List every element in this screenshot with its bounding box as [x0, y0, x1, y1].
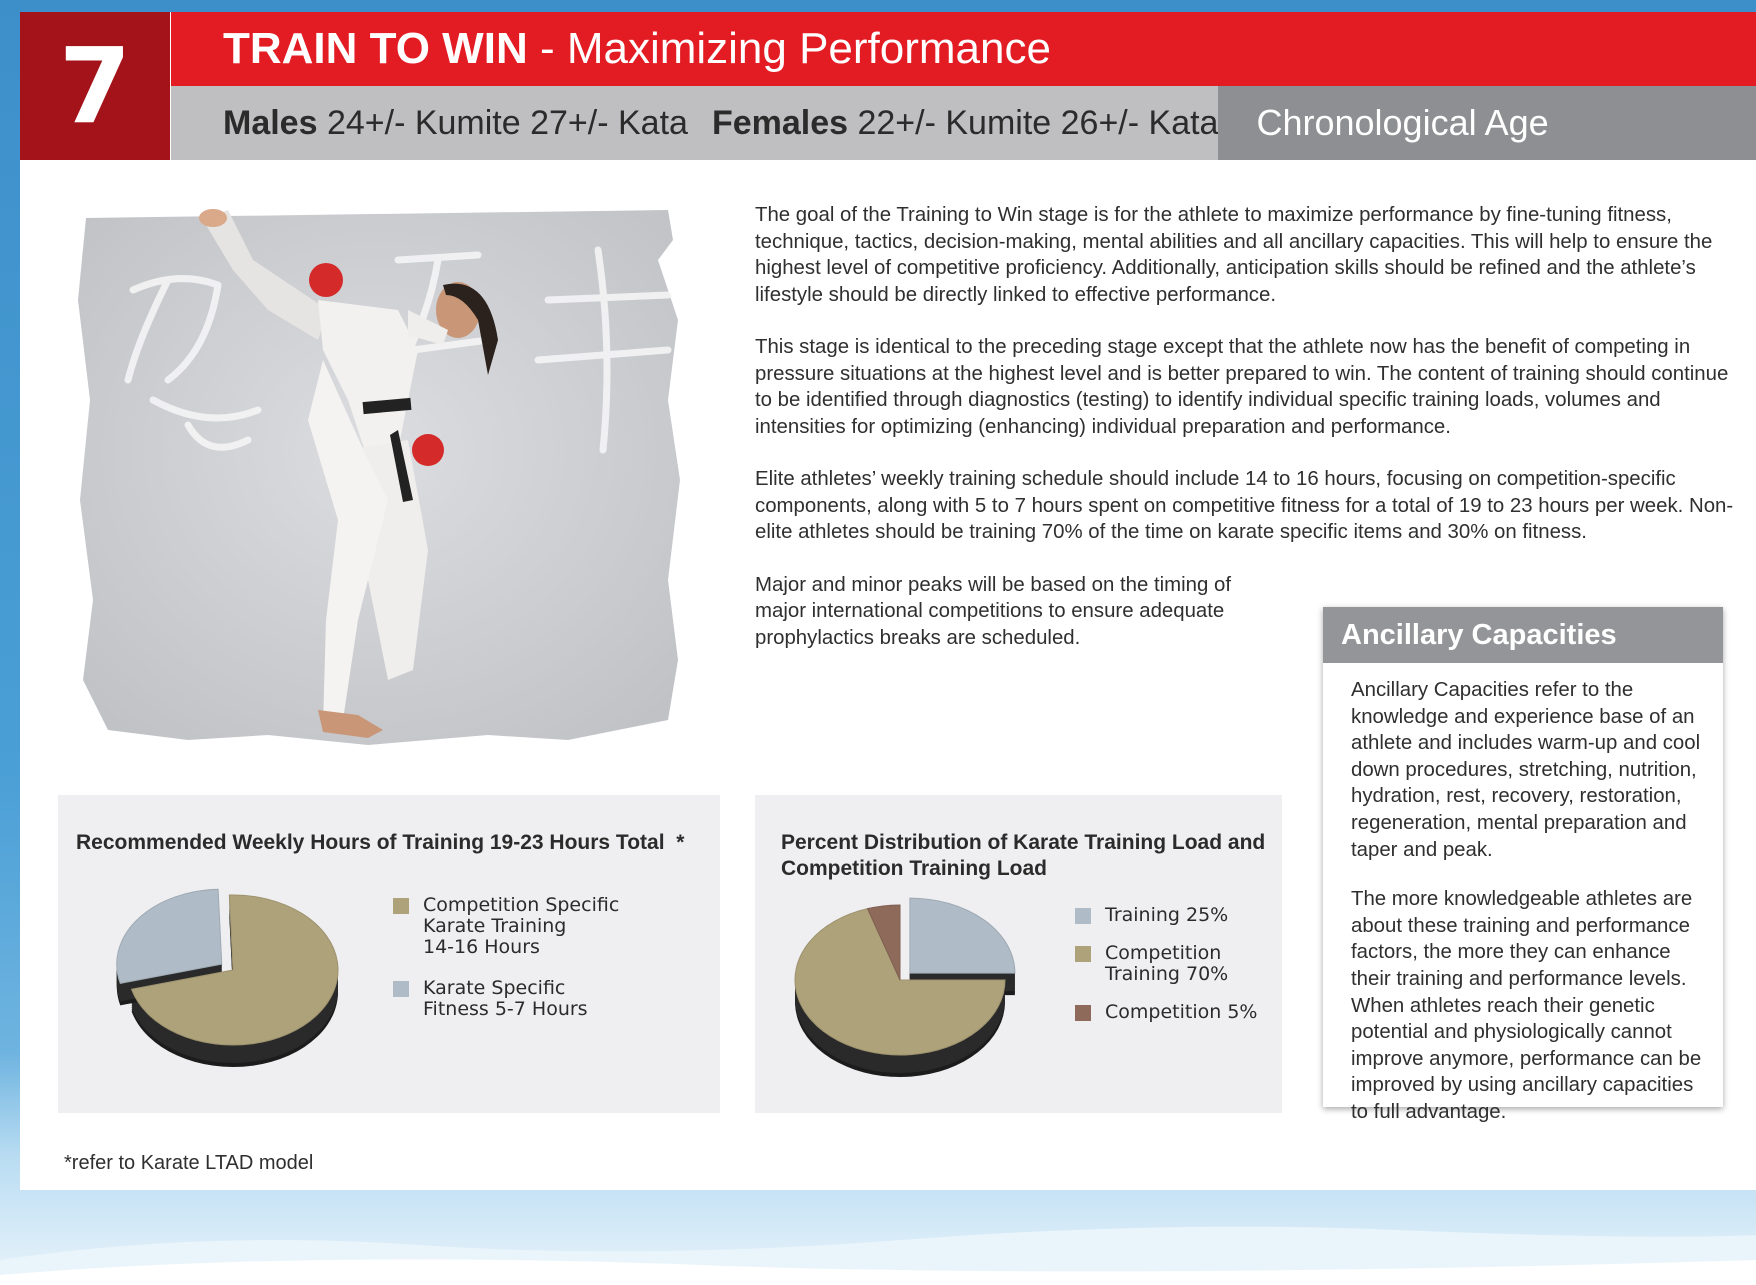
legend-item-2: Karate Specific Fitness 5-7 Hours [393, 978, 588, 1020]
legend-swatch [1075, 946, 1091, 962]
stage-number: 7 [20, 12, 170, 160]
legend-label: Competition Training 70% [1105, 943, 1228, 985]
training-load-legend: Training 25% Competition Training 70% Compe… [1075, 905, 1275, 1085]
ancillary-paragraph-1: Ancillary Capacities refer to the knowle… [1351, 679, 1701, 861]
legend-item-1: Competition Specific Karate Training 14-16… [393, 895, 619, 958]
title-bar: TRAIN TO WIN - Maximizing Performance [171, 12, 1756, 86]
legend-label-line: Competition [1105, 942, 1222, 964]
sky-clouds-background [0, 1226, 1756, 1285]
age-bar: Males 24+/- Kumite 27+/- Kata Females 22+… [171, 86, 1756, 160]
page: 7 TRAIN TO WIN - Maximizing Performance … [20, 12, 1756, 1190]
legend-label: Competition Specific Karate Training 14-16… [423, 895, 619, 958]
legend-item-2: Competition Training 70% [1075, 943, 1228, 985]
legend-label-line: Karate Specific [423, 977, 566, 999]
legend-label: Training 25% [1105, 905, 1228, 926]
legend-label-line: Competition Specific [423, 894, 620, 916]
legend-label: Karate Specific Fitness 5-7 Hours [423, 978, 588, 1020]
legend-label-line: 14-16 Hours [423, 936, 540, 958]
weekly-hours-pie [116, 888, 339, 1067]
males-ages: 24+/- Kumite 27+/- Kata [317, 103, 688, 142]
training-load-chart-title: Percent Distribution of Karate Training … [781, 831, 1266, 880]
weekly-hours-chart-title: Recommended Weekly Hours of Training 19-… [76, 831, 685, 854]
males-label: Males [223, 103, 318, 142]
body-paragraph-1: The goal of the Training to Win stage is… [755, 204, 1713, 306]
ancillary-capacities-body: Ancillary Capacities refer to the knowle… [1323, 663, 1723, 1126]
footnote: *refer to Karate LTAD model [64, 1152, 314, 1174]
age-ranges: Males 24+/- Kumite 27+/- Kata Females 22+… [171, 104, 1218, 143]
legend-swatch [393, 981, 409, 997]
ancillary-capacities-box: Ancillary Capacities Ancillary Capacitie… [1323, 607, 1723, 1123]
legend-label-line: Training 25% [1105, 904, 1229, 926]
body-paragraph-3: Elite athletes’ weekly training schedule… [755, 468, 1734, 543]
body-paragraph-2: This stage is identical to the preceding… [755, 336, 1729, 438]
training-load-pie [794, 897, 1016, 1077]
legend-label-line: Training 70% [1105, 963, 1229, 985]
legend-label-line: Competition 5% [1105, 1001, 1258, 1023]
chronological-age-label: Chronological Age [1218, 86, 1756, 160]
females-ages: 22+/- Kumite 26+/- Kata [848, 103, 1219, 142]
ancillary-paragraph-2: The more knowledgeable athletes are abou… [1351, 888, 1702, 1123]
stage-title: TRAIN TO WIN [223, 24, 528, 73]
legend-item-1: Training 25% [1075, 905, 1228, 926]
pie-slice-1 [909, 897, 1016, 974]
legend-swatch [1075, 1005, 1091, 1021]
legend-label: Competition 5% [1105, 1002, 1257, 1023]
stage-subtitle: - Maximizing Performance [527, 24, 1051, 73]
legend-label-line: Karate Training [423, 915, 567, 937]
legend-item-3: Competition 5% [1075, 1002, 1257, 1023]
legend-label-line: Fitness 5-7 Hours [423, 998, 588, 1020]
body-paragraph-4: Major and minor peaks will be based on t… [755, 573, 1232, 649]
legend-swatch [1075, 908, 1091, 924]
weekly-hours-chart: Recommended Weekly Hours of Training 19-… [58, 795, 720, 1113]
legend-swatch [393, 898, 409, 914]
ancillary-capacities-title: Ancillary Capacities [1323, 607, 1723, 663]
body-text: The goal of the Training to Win stage is… [755, 202, 1740, 677]
karate-kick-photo [68, 200, 718, 795]
training-load-chart: Percent Distribution of Karate Training … [755, 795, 1282, 1113]
females-label: Females [711, 103, 849, 142]
weekly-hours-legend: Competition Specific Karate Training 14-16… [393, 895, 693, 1075]
